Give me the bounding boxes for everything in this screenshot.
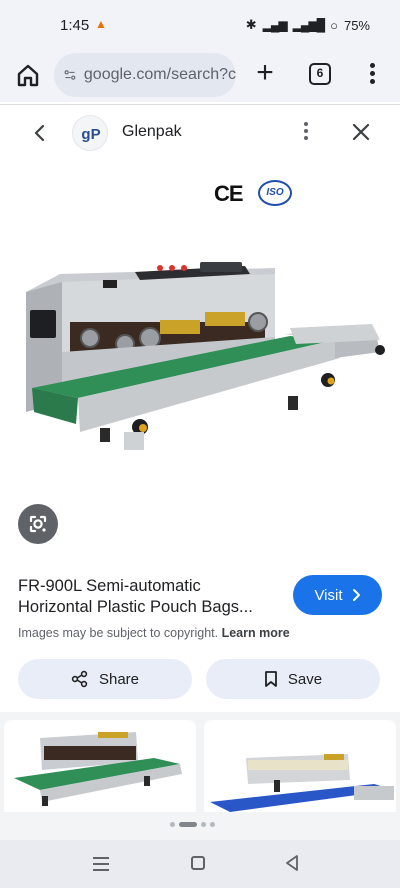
nav-back-icon: [286, 855, 298, 871]
copyright-notice: Images may be subject to copyright. Lear…: [18, 626, 290, 640]
bluetooth-icon: ✱: [245, 17, 257, 32]
lens-icon: [29, 515, 47, 533]
save-label: Save: [287, 670, 323, 688]
battery-level: 75%: [343, 17, 370, 33]
nav-recents-icon: [93, 857, 109, 859]
battery-ring-icon: ○: [330, 17, 338, 33]
site-name[interactable]: Glenpak: [122, 123, 182, 141]
browser-toolbar: google.com/search?c + 6: [0, 50, 400, 102]
result-title[interactable]: FR-900L Semi-automatic Horizontal Plasti…: [18, 576, 286, 618]
more-vert-icon: [304, 122, 308, 126]
site-settings-icon[interactable]: [64, 66, 76, 84]
learn-more-link[interactable]: Learn more: [222, 626, 290, 640]
band-sealer-machine-illustration: [26, 262, 385, 450]
signal-4g-icon: ▂▄▆█: [292, 18, 325, 32]
share-button[interactable]: Share: [18, 659, 192, 699]
plus-icon: +: [256, 56, 274, 89]
browser-menu-button[interactable]: [364, 60, 380, 90]
close-button[interactable]: [348, 119, 374, 145]
blue-belt-sealer-thumbnail: [210, 754, 394, 812]
back-button[interactable]: [28, 119, 52, 147]
google-lens-button[interactable]: [18, 504, 58, 544]
site-logo[interactable]: gP: [72, 115, 108, 151]
url-text: google.com/search?c: [83, 66, 236, 83]
page-dot: [201, 822, 206, 827]
nav-home-button[interactable]: [191, 856, 205, 870]
notification-icon: ▲: [95, 17, 107, 31]
save-button[interactable]: Save: [206, 659, 380, 699]
green-belt-sealer-thumbnail: [14, 732, 182, 806]
result-title-line2: Horizontal Plastic Pouch Bags...: [18, 598, 253, 616]
status-bar: 1:45 ▲ ✱ ▂▄▆ ▂▄▆█ ○ 75%: [0, 0, 400, 50]
page-dot: [210, 822, 215, 827]
status-indicators: ✱ ▂▄▆ ▂▄▆█ ○ 75%: [246, 17, 370, 33]
pagination-dots: [170, 822, 215, 827]
svg-text:gP: gP: [81, 126, 100, 143]
visit-label: Visit: [314, 586, 343, 604]
glenpak-logo-icon: gP: [81, 126, 100, 143]
tab-switcher-button[interactable]: 6: [309, 63, 331, 85]
copyright-text: Images may be subject to copyright.: [18, 626, 219, 640]
status-time: 1:45: [60, 17, 90, 34]
more-vert-icon: [369, 63, 375, 68]
iso-mark: ISO: [258, 180, 292, 206]
home-icon: [17, 64, 39, 87]
back-arrow-icon: [34, 124, 45, 142]
system-navigation-bar: [0, 840, 400, 888]
related-image-2[interactable]: [204, 720, 396, 812]
share-icon: [71, 670, 88, 688]
ce-mark: CE: [214, 181, 244, 206]
nav-back-button[interactable]: [284, 854, 300, 872]
new-tab-button[interactable]: +: [252, 56, 278, 89]
result-title-line1: FR-900L Semi-automatic: [18, 577, 201, 595]
home-button[interactable]: [14, 61, 42, 89]
chevron-right-icon: [352, 589, 360, 601]
image-viewer-header: gP Glenpak: [0, 105, 400, 161]
nav-recents-button[interactable]: [93, 857, 109, 871]
page-dot: [170, 822, 175, 827]
bookmark-icon: [264, 671, 277, 687]
visit-button[interactable]: Visit: [293, 575, 382, 615]
viewer-more-button[interactable]: [300, 119, 312, 147]
product-image[interactable]: [0, 162, 400, 560]
share-label: Share: [98, 670, 140, 688]
signal-icon: ▂▄▆: [262, 18, 288, 32]
related-image-1[interactable]: [4, 720, 196, 812]
address-bar[interactable]: google.com/search?c: [54, 53, 236, 97]
close-icon: [352, 123, 370, 141]
tab-count: 6: [316, 66, 324, 80]
page-dot-active: [179, 822, 197, 827]
